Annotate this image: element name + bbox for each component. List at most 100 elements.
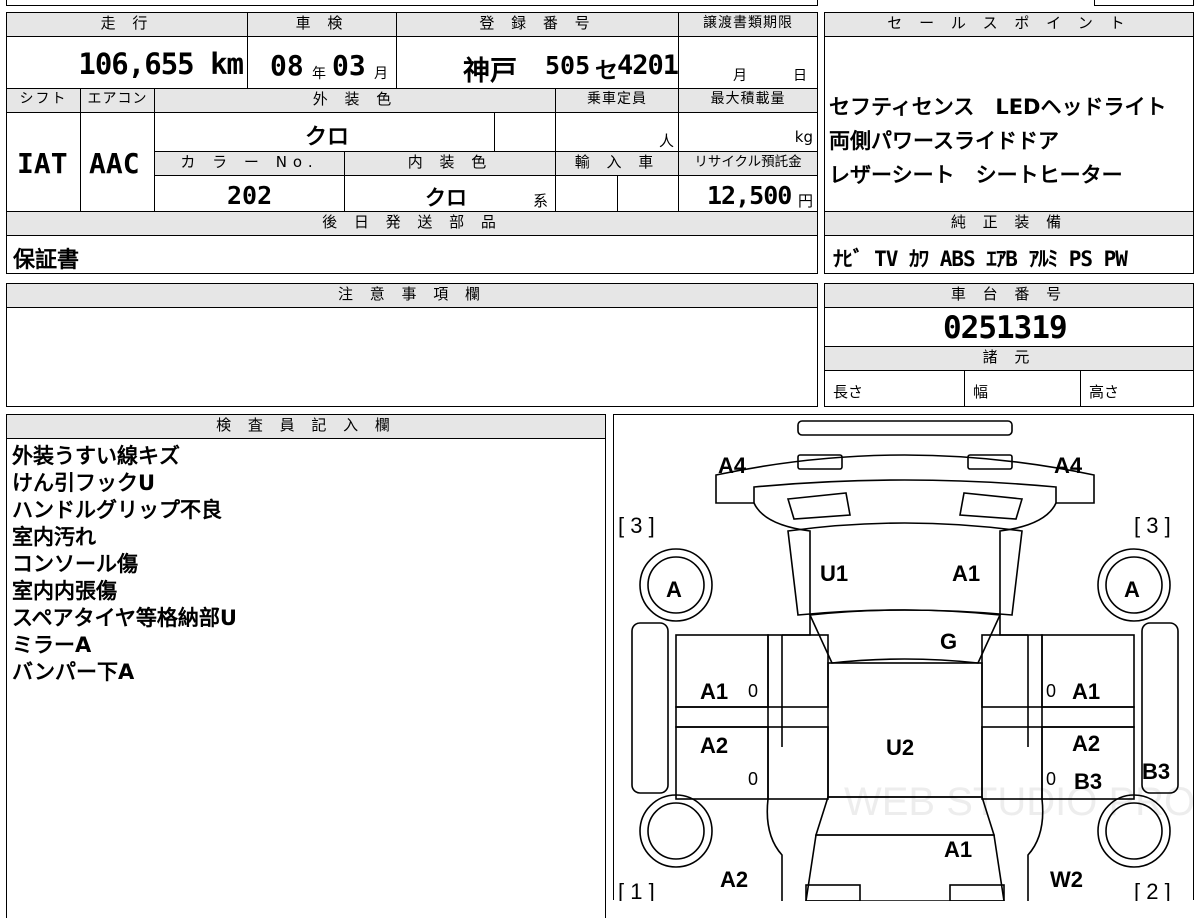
mark-zero: 0 <box>1046 769 1056 789</box>
inspector-line: けん引フックU <box>12 471 156 495</box>
vehicle-info-table: 走 行 車 検 登 録 番 号 譲渡書類期限 106,655 km 08 年 0… <box>6 12 818 274</box>
aircon-header: エアコン <box>80 88 155 113</box>
exterior-color-value: クロ <box>305 125 350 150</box>
import-header: 輸 入 車 <box>555 151 679 176</box>
interior-color-value: クロ <box>425 186 467 210</box>
color-number-cell: 202 <box>154 175 345 212</box>
watermark: WEB STUDIO PRO <box>844 780 1195 824</box>
max-load-header: 最大積載量 <box>678 88 818 113</box>
inspector-line: 外装うすい線キズ <box>12 444 180 468</box>
inspector-line: ハンドルグリップ不良 <box>12 498 222 522</box>
mark-a1-left-door: A1 <box>700 679 728 704</box>
mark-panel-1: [ 1 ] <box>618 879 655 901</box>
recycle-deposit-value: 12,500 <box>707 181 792 210</box>
mark-u1: U1 <box>820 561 848 586</box>
length-cell: 長さ <box>824 370 965 407</box>
mark-panel-3-right: [ 3 ] <box>1134 513 1171 538</box>
transfer-month-unit: 月 <box>733 68 747 84</box>
capacity-unit: 人 <box>658 132 674 150</box>
shaken-year: 08 <box>270 49 304 82</box>
mark-zero: 0 <box>748 681 758 701</box>
max-load-unit: kg <box>794 128 813 146</box>
registration-class: 505 <box>545 51 591 80</box>
mark-w2: W2 <box>1050 867 1083 892</box>
mark-a2-rear: A2 <box>720 867 748 892</box>
sales-point-header: セ ー ル ス ポ イ ン ト <box>824 12 1194 37</box>
capacity-header: 乗車定員 <box>555 88 679 113</box>
later-parts-header: 後 日 発 送 部 品 <box>6 211 818 236</box>
equipment-header: 純 正 装 備 <box>824 211 1194 236</box>
notes-body <box>6 307 818 407</box>
exterior-color-header: 外 装 色 <box>154 88 556 113</box>
width-label: 幅 <box>973 383 989 401</box>
inspector-line: 室内内張傷 <box>12 579 117 603</box>
notes-header: 注 意 事 項 欄 <box>6 283 818 308</box>
mark-u2: U2 <box>886 735 914 760</box>
color-number-header: カ ラ ー No. <box>154 151 345 176</box>
height-label: 高さ <box>1089 383 1120 401</box>
interior-color-header: 内 装 色 <box>344 151 556 176</box>
shift-header: シフト <box>6 88 81 113</box>
mark-a4-left: A4 <box>718 453 747 478</box>
interior-color-suffix: 系 <box>533 192 549 210</box>
top-cropped-row <box>6 0 818 6</box>
equipment-cell: ﾅﾋﾞ TV ｶﾜ ABS ｴｱB ｱﾙﾐ PS PW <box>824 235 1194 274</box>
registration-header: 登 録 番 号 <box>396 12 679 37</box>
inspector-panel: 検 査 員 記 入 欄 外装うすい線キズ けん引フックU ハンドルグリップ不良 … <box>6 414 606 918</box>
shaken-month: 03 <box>332 49 366 82</box>
recycle-deposit-header: リサイクル預託金 <box>678 151 818 176</box>
import-cell-b <box>617 175 679 212</box>
shift-value: IAT <box>17 147 68 180</box>
mileage-header: 走 行 <box>6 12 248 37</box>
inspector-header: 検 査 員 記 入 欄 <box>6 414 606 439</box>
chassis-number-cell: 0251319 <box>824 307 1194 347</box>
length-label: 長さ <box>833 383 864 401</box>
transfer-day-unit: 日 <box>793 68 807 84</box>
mark-a4-right: A4 <box>1054 453 1083 478</box>
interior-color-cell: クロ 系 <box>344 175 556 212</box>
color-number-value: 202 <box>227 181 273 210</box>
registration-number: 4201 <box>617 50 679 81</box>
spec-header: 諸 元 <box>824 346 1194 371</box>
shaken-year-unit: 年 <box>312 66 326 82</box>
mileage-value: 106,655 km <box>78 47 244 81</box>
inspector-line: スペアタイヤ等格納部U <box>12 606 237 630</box>
mark-a1-right-door: A1 <box>1072 679 1100 704</box>
mark-a2-right-door: A2 <box>1072 731 1100 756</box>
car-diagram: WEB STUDIO PRO A4 A4 [ 3 ] [ 3 ] A A U1 … <box>618 420 1195 901</box>
inspector-line: 室内汚れ <box>12 525 96 549</box>
mark-a1-hood: A1 <box>952 561 980 586</box>
car-diagram-panel: WEB STUDIO PRO A4 A4 [ 3 ] [ 3 ] A A U1 … <box>613 414 1195 901</box>
inspector-body: 外装うすい線キズ けん引フックU ハンドルグリップ不良 室内汚れ コンソール傷 … <box>6 438 606 918</box>
later-parts-cell: 保証書 <box>6 235 818 274</box>
sales-point-panel: セ ー ル ス ポ イ ン ト セフティセンス LEDヘッドライト 両側パワース… <box>824 12 1194 274</box>
capacity-cell: 人 <box>555 112 679 152</box>
exterior-color-cell: クロ <box>154 112 495 152</box>
shaken-cell: 08 年 03 月 <box>247 36 397 89</box>
transfer-deadline-header: 譲渡書類期限 <box>678 12 818 37</box>
shift-cell: IAT <box>6 112 81 212</box>
sales-point-line: レザーシート シートヒーター <box>829 163 1123 187</box>
mark-a2-left-door: A2 <box>700 733 728 758</box>
recycle-deposit-cell: 12,500 円 <box>678 175 818 212</box>
chassis-header: 車 台 番 号 <box>824 283 1194 308</box>
mark-a1-rear: A1 <box>944 837 972 862</box>
exterior-color-extra-cell <box>494 112 556 152</box>
aircon-cell: AAC <box>80 112 155 212</box>
inspector-line: コンソール傷 <box>12 552 138 576</box>
mark-g: G <box>940 629 957 654</box>
sales-point-line: 両側パワースライドドア <box>829 129 1059 153</box>
shaken-month-unit: 月 <box>374 66 388 82</box>
chassis-number-value: 0251319 <box>943 310 1068 346</box>
recycle-deposit-unit: 円 <box>797 192 813 210</box>
import-cell-a <box>555 175 618 212</box>
mark-zero: 0 <box>1046 681 1056 701</box>
inspector-line: ミラーA <box>12 633 92 657</box>
equipment-value: ﾅﾋﾞ TV ｶﾜ ABS ｴｱB ｱﾙﾐ PS PW <box>833 247 1128 271</box>
height-cell: 高さ <box>1080 370 1194 407</box>
later-parts-value: 保証書 <box>13 248 80 273</box>
mark-panel-3-left: [ 3 ] <box>618 513 655 538</box>
registration-kana: セ <box>595 58 618 84</box>
sales-point-line: セフティセンス LEDヘッドライト <box>829 95 1167 119</box>
notes-panel: 注 意 事 項 欄 <box>6 283 818 407</box>
